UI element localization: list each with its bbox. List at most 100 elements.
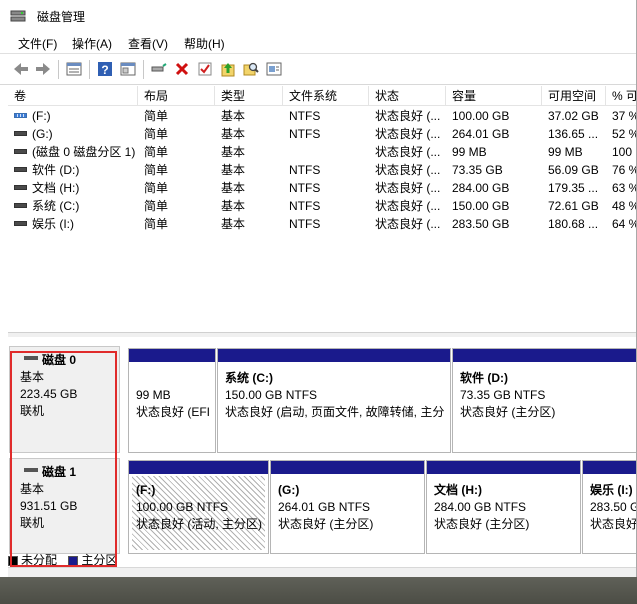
table-cell-vol: 文档 (H:) xyxy=(8,179,138,197)
table-row[interactable]: (磁盘 0 磁盘分区 1) 简单 基本 状态良好 (... 99 MB 99 MB 100 xyxy=(8,143,636,161)
volume-icon xyxy=(14,113,27,119)
cell-text: 99 MB xyxy=(452,145,487,159)
back-arrow-icon[interactable] xyxy=(12,60,30,78)
column-header-filesystem[interactable]: 文件系统 xyxy=(283,86,369,106)
menu-action[interactable]: 操作(A) xyxy=(72,35,112,52)
cell-text: NTFS xyxy=(289,181,321,195)
cell-text: 283.50 GB xyxy=(452,217,510,231)
cell-text: 73.35 GB xyxy=(452,163,503,177)
primary-partition-bar xyxy=(129,349,215,362)
toolbar-separator xyxy=(143,60,144,79)
table-cell-type: 基本 xyxy=(215,179,283,197)
table-cell-free: 136.65 ... xyxy=(542,125,606,143)
menu-view[interactable]: 查看(V) xyxy=(128,35,168,52)
toolbar-separator xyxy=(89,60,90,79)
cell-text: 37 % xyxy=(612,109,637,123)
cell-text: 180.68 ... xyxy=(548,217,599,231)
table-row[interactable]: 娱乐 (I:) 简单 基本 NTFS 状态良好 (... 283.50 GB 180.68 … xyxy=(8,215,637,233)
table-cell-capacity: 73.35 GB xyxy=(446,161,542,179)
table-row[interactable]: 软件 (D:) 简单 基本 NTFS 状态良好 (... 73.35 GB 56.09 GB… xyxy=(8,161,636,179)
check-icon[interactable] xyxy=(196,60,214,78)
partition-f[interactable]: (F:) 100.00 GB NTFS 状态良好 (活动, 主分区) xyxy=(128,460,269,554)
cell-text: 基本 xyxy=(221,181,246,195)
cell-text: 100.00 GB xyxy=(452,109,510,123)
horizontal-scrollbar[interactable] xyxy=(8,567,636,577)
search-icon[interactable] xyxy=(242,60,260,78)
title-bar: 磁盘管理 xyxy=(0,0,636,31)
volume-icon xyxy=(14,149,27,155)
table-cell-pct: 100 xyxy=(606,143,636,161)
menu-file[interactable]: 文件(F) xyxy=(18,35,57,52)
volume-icon xyxy=(14,131,27,137)
table-cell-vol: (磁盘 0 磁盘分区 1) xyxy=(8,143,138,161)
table-row[interactable]: (G:) 简单 基本 NTFS 状态良好 (... 264.01 GB 136.65 ...… xyxy=(8,125,636,143)
cell-text: NTFS xyxy=(289,109,321,123)
table-cell-capacity: 150.00 GB xyxy=(446,197,542,215)
table-cell-type: 基本 xyxy=(215,143,283,161)
delete-x-icon[interactable] xyxy=(173,60,191,78)
volume-icon xyxy=(14,185,27,191)
table-row[interactable]: 文档 (H:) 简单 基本 NTFS 状态良好 (... 284.00 GB 179.35 … xyxy=(8,179,636,197)
table-cell-layout: 简单 xyxy=(138,197,215,215)
cell-text: 状态良好 (... xyxy=(375,181,441,195)
cell-text: 基本 xyxy=(221,217,246,231)
cell-text: 37.02 GB xyxy=(548,109,599,123)
table-cell-layout: 简单 xyxy=(138,125,215,143)
table-cell-free: 37.02 GB xyxy=(542,107,606,125)
cell-text: 软件 (D:) xyxy=(32,163,80,177)
table-row[interactable]: 系统 (C:) 简单 基本 NTFS 状态良好 (... 150.00 GB 72.61 G… xyxy=(8,197,636,215)
up-arrow-icon[interactable] xyxy=(219,60,237,78)
primary-partition-bar xyxy=(218,349,450,362)
partition-size: 100.00 GB NTFS xyxy=(136,500,229,514)
partition-size: 284.00 GB NTFS xyxy=(434,500,527,514)
table-cell-pct: 63 % xyxy=(606,179,636,197)
table-cell-fs: NTFS xyxy=(283,125,369,143)
column-header-free-space[interactable]: 可用空间 xyxy=(542,86,606,106)
column-header-percent-free[interactable]: % 可 xyxy=(606,86,636,106)
disk-management-window: 磁盘管理 文件(F) 操作(A) 查看(V) 帮助(H) ? 卷 布局 类型 文… xyxy=(0,0,637,577)
console-icon[interactable] xyxy=(265,60,283,78)
window-title: 磁盘管理 xyxy=(37,10,86,24)
forward-arrow-icon[interactable] xyxy=(34,60,52,78)
table-cell-vol: 系统 (C:) xyxy=(8,197,138,215)
connect-icon[interactable] xyxy=(150,60,168,78)
partition-d[interactable]: 软件 (D:) 73.35 GB NTFS 状态良好 (主分区) xyxy=(452,348,636,453)
cell-text: 状态良好 (... xyxy=(375,127,441,141)
menu-help[interactable]: 帮助(H) xyxy=(184,35,225,52)
partition-h[interactable]: 文档 (H:) 284.00 GB NTFS 状态良好 (主分区) xyxy=(426,460,581,554)
table-cell-capacity: 100.00 GB xyxy=(446,107,542,125)
table-row[interactable]: (F:) 简单 基本 NTFS 状态良好 (... 100.00 GB 37.02 GB 37… xyxy=(8,107,637,125)
partition-efi[interactable]: 99 MB 状态良好 (EFI xyxy=(128,348,216,453)
list-view-icon[interactable] xyxy=(65,60,83,78)
partition-name: 软件 (D:) xyxy=(460,371,508,385)
column-header-status[interactable]: 状态 xyxy=(369,86,446,106)
partition-name xyxy=(136,370,212,387)
table-cell-pct: 37 % xyxy=(606,107,637,125)
cell-text: 179.35 ... xyxy=(548,181,599,195)
partition-i[interactable]: 娱乐 (I:) 283.50 GB 状态良好 ( xyxy=(582,460,636,554)
partition-g[interactable]: (G:) 264.01 GB NTFS 状态良好 (主分区) xyxy=(270,460,425,554)
partition-name: (F:) xyxy=(136,483,156,497)
cell-text: 64 % xyxy=(612,217,637,231)
primary-partition-bar xyxy=(583,461,636,474)
cell-text: 简单 xyxy=(144,217,169,231)
table-cell-type: 基本 xyxy=(215,197,283,215)
column-header-volume[interactable]: 卷 xyxy=(8,86,138,106)
table-cell-status: 状态良好 (... xyxy=(369,215,446,233)
properties-icon[interactable] xyxy=(119,60,137,78)
primary-partition-bar xyxy=(129,461,268,474)
table-cell-type: 基本 xyxy=(215,107,283,125)
table-cell-pct: 48 % xyxy=(606,197,636,215)
cell-text: (F:) xyxy=(32,109,51,123)
partition-c[interactable]: 系统 (C:) 150.00 GB NTFS 状态良好 (启动, 页面文件, 故… xyxy=(217,348,451,453)
table-cell-status: 状态良好 (... xyxy=(369,107,446,125)
cell-text: NTFS xyxy=(289,163,321,177)
column-header-layout[interactable]: 布局 xyxy=(138,86,215,106)
partition-status: 状态良好 (启动, 页面文件, 故障转储, 主分 xyxy=(225,405,445,419)
column-header-type[interactable]: 类型 xyxy=(215,86,283,106)
table-cell-free: 72.61 GB xyxy=(542,197,606,215)
partition-status: 状态良好 (主分区) xyxy=(434,517,530,531)
column-header-capacity[interactable]: 容量 xyxy=(446,86,542,106)
table-cell-fs: NTFS xyxy=(283,179,369,197)
help-icon[interactable]: ? xyxy=(96,60,114,78)
